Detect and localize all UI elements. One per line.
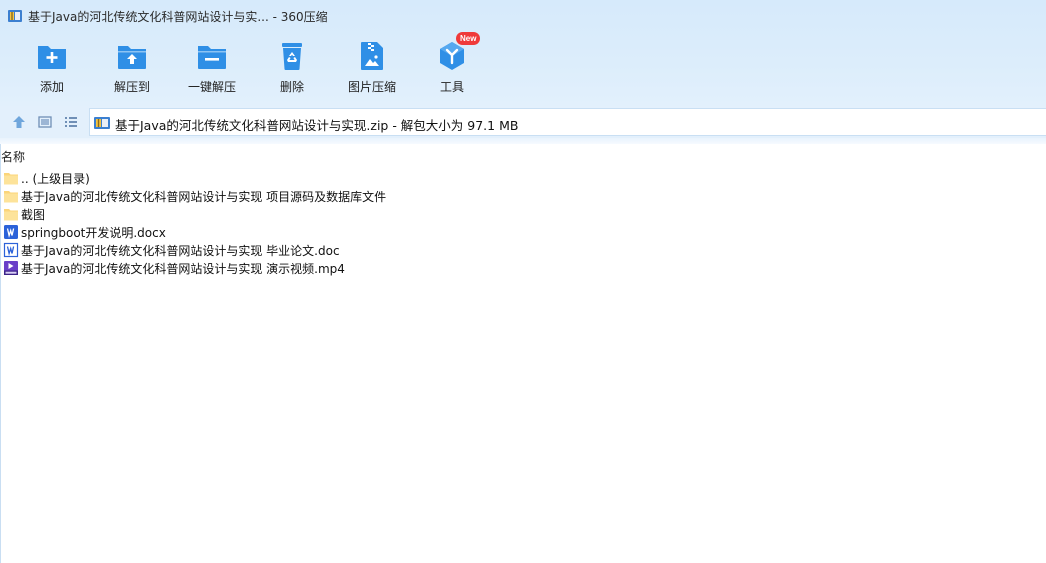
archive-app-icon [8,10,22,22]
file-list: 名称 .. (上级目录) 基于Java的河北传统文化科普网站设计与实现 项目源码… [0,144,1046,563]
list-item[interactable]: 基于Java的河北传统文化科普网站设计与实现 演示视频.mp4 [3,259,603,277]
tools-button[interactable]: New 工具 [412,32,492,100]
tools-label: 工具 [439,80,464,94]
list-item[interactable]: springboot开发说明.docx [3,223,603,241]
add-folder-icon [38,46,66,69]
file-name: 基于Java的河北传统文化科普网站设计与实现 项目源码及数据库文件 [21,190,387,204]
extract-to-label: 解压到 [113,80,150,94]
window-title: 基于Java的河北传统文化科普网站设计与实... - 360压缩 [28,10,328,24]
new-badge: New [456,32,481,45]
pane-border [0,144,1,563]
video-mp4-icon [4,261,18,275]
list-item[interactable]: 基于Java的河北传统文化科普网站设计与实现 毕业论文.doc [3,241,603,259]
one-click-extract-label: 一键解压 [187,80,236,94]
folder-icon [4,191,18,203]
list-item[interactable]: 基于Java的河北传统文化科普网站设计与实现 项目源码及数据库文件 [3,187,603,205]
list-item-parent-dir[interactable]: .. (上级目录) [3,169,603,187]
window-chrome: 基于Java的河北传统文化科普网站设计与实... - 360压缩 添加 解压到 [0,0,1046,106]
title-bar: 基于Java的河北传统文化科普网站设计与实... - 360压缩 [0,0,1046,32]
up-arrow-icon[interactable] [11,114,27,130]
file-name: 截图 [21,208,46,222]
delete-button[interactable]: 删除 [252,36,332,100]
file-name: 基于Java的河北传统文化科普网站设计与实现 演示视频.mp4 [21,262,345,276]
file-name: .. (上级目录) [21,172,90,186]
word-doc-icon [3,242,19,258]
one-click-extract-icon [198,46,226,69]
file-name: 基于Java的河北传统文化科普网站设计与实现 毕业论文.doc [21,244,340,258]
thumbnail-view-icon[interactable] [37,114,53,130]
image-compress-button[interactable]: 图片压缩 [332,36,412,100]
extract-to-icon [118,46,146,69]
delete-label: 删除 [279,80,304,94]
folder-icon [4,209,18,221]
image-compress-label: 图片压缩 [347,80,396,94]
toolbar: 添加 解压到 一键解压 删除 图片压缩 New 工具 [0,32,1046,102]
column-header-name[interactable]: 名称 [1,148,25,165]
add-button[interactable]: 添加 [12,36,92,100]
word-docx-icon [4,225,18,239]
image-compress-icon [361,42,383,70]
path-text: 基于Java的河北传统文化科普网站设计与实现.zip - 解包大小为 97.1 … [115,118,519,133]
path-field[interactable]: 基于Java的河北传统文化科普网站设计与实现.zip - 解包大小为 97.1 … [89,108,1046,136]
folder-icon [4,173,18,185]
one-click-extract-button[interactable]: 一键解压 [172,36,252,100]
file-name: springboot开发说明.docx [21,226,166,240]
zip-archive-icon [94,117,110,129]
add-label: 添加 [39,80,64,94]
extract-to-button[interactable]: 解压到 [92,36,172,100]
list-view-icon[interactable] [63,114,79,130]
address-bar: 基于Java的河北传统文化科普网站设计与实现.zip - 解包大小为 97.1 … [0,106,1046,138]
recycle-bin-icon [282,43,302,70]
list-item[interactable]: 截图 [3,205,603,223]
